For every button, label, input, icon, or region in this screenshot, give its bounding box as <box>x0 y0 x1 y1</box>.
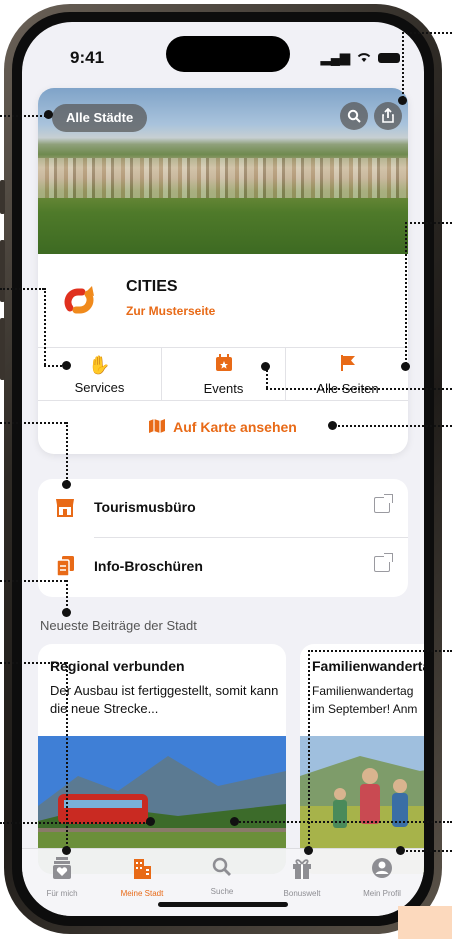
services-button[interactable]: ✋ Services <box>38 348 161 400</box>
city-hero-houses <box>38 158 408 198</box>
callout-line <box>44 288 46 365</box>
corner-accent <box>398 906 452 939</box>
news-section-title: Neueste Beiträge der Stadt <box>40 618 197 633</box>
list-item-tourism-office[interactable]: Tourismusbüro <box>38 479 408 537</box>
status-time: 9:41 <box>70 48 105 67</box>
city-card: Alle Städte CITIES Zur Musterseite ✋ Ser… <box>38 88 408 454</box>
links-list: Tourismusbüro Info-Broschüren <box>38 479 408 597</box>
tab-search[interactable]: Suche <box>182 857 262 896</box>
city-logo <box>64 286 94 314</box>
view-on-map-label: Auf Karte ansehen <box>173 419 297 435</box>
external-link-icon <box>374 553 393 572</box>
callout-line <box>334 425 452 427</box>
callout-line <box>0 662 66 664</box>
gift-icon <box>262 857 342 885</box>
side-button <box>0 180 5 214</box>
callout-line <box>405 222 452 224</box>
wifi-icon <box>356 51 372 66</box>
status-icons: ▂▄▆ <box>321 50 400 66</box>
side-button <box>0 240 5 302</box>
news-text: Familienwandertag im September! Anm <box>312 684 418 716</box>
tab-for-me[interactable]: Für mich <box>22 857 102 898</box>
screen: 9:41 ▂▄▆ Alle Städte CITIES Zur Musterse… <box>22 22 424 916</box>
callout-dot <box>62 480 71 489</box>
buildings-icon <box>102 857 182 885</box>
callout-line <box>66 580 68 610</box>
tab-label: Meine Stadt <box>120 889 164 898</box>
tab-my-city[interactable]: Meine Stadt <box>102 857 182 898</box>
news-title: Familienwandertag <box>312 658 424 674</box>
city-name: CITIES <box>126 278 178 295</box>
callout-line <box>0 288 44 290</box>
callout-line <box>0 422 66 424</box>
callout-dot <box>401 362 410 371</box>
callout-dot <box>304 846 313 855</box>
list-item-brochures[interactable]: Info-Broschüren <box>38 538 408 596</box>
profile-icon <box>342 857 422 885</box>
side-button <box>0 318 5 380</box>
external-link-icon <box>374 494 393 513</box>
news-title: Regional verbunden <box>50 658 185 674</box>
callout-line <box>0 580 66 582</box>
list-item-label: Tourismusbüro <box>94 499 196 515</box>
callout-dot <box>62 846 71 855</box>
tab-bonus[interactable]: Bonuswelt <box>262 857 342 898</box>
callout-line <box>405 222 407 364</box>
callout-line <box>236 821 452 823</box>
share-icon <box>382 107 394 123</box>
search-icon <box>347 109 361 123</box>
callout-line <box>66 422 68 482</box>
callout-line <box>0 822 148 824</box>
tab-profile[interactable]: Mein Profil <box>342 857 422 898</box>
dynamic-island <box>166 36 290 72</box>
news-card[interactable]: Familienwandertag Familienwandertag im S… <box>300 644 424 874</box>
tab-label: Bonuswelt <box>283 889 321 898</box>
callout-line <box>402 32 404 98</box>
news-text: Der Ausbau ist fertiggestellt, somit kan… <box>50 683 279 716</box>
city-page-link[interactable]: Zur Musterseite <box>126 304 215 318</box>
flag-icon <box>286 354 408 377</box>
search-icon <box>182 857 262 883</box>
callout-line <box>66 662 68 848</box>
callout-dot <box>44 110 53 119</box>
all-cities-button[interactable]: Alle Städte <box>52 104 148 132</box>
all-pages-button[interactable]: Alle Seiten <box>286 348 408 400</box>
store-icon <box>54 497 76 519</box>
callout-dot <box>146 817 155 826</box>
documents-icon <box>54 556 76 578</box>
map-icon <box>149 419 166 433</box>
callout-line <box>308 650 310 848</box>
callout-line <box>266 388 452 390</box>
news-card[interactable]: Regional verbunden Der Ausbau ist fertig… <box>38 644 286 874</box>
tab-label: Für mich <box>46 889 78 898</box>
view-on-map-button[interactable]: Auf Karte ansehen <box>38 401 408 454</box>
callout-line <box>0 115 46 117</box>
signal-icon: ▂▄▆ <box>320 50 350 65</box>
share-button[interactable] <box>374 102 402 130</box>
callout-line <box>266 366 268 388</box>
tab-label: Mein Profil <box>363 889 401 898</box>
services-label: Services <box>74 380 125 395</box>
callout-line <box>308 650 452 652</box>
list-item-label: Info-Broschüren <box>94 558 203 574</box>
heart-box-icon <box>22 857 102 885</box>
callout-line <box>402 32 452 34</box>
callout-line <box>402 850 452 852</box>
search-button[interactable] <box>340 102 368 130</box>
callout-dot <box>62 608 71 617</box>
tab-label: Suche <box>210 887 234 896</box>
home-indicator <box>158 902 288 907</box>
callout-dot <box>62 361 71 370</box>
callout-dot <box>398 96 407 105</box>
battery-icon <box>378 53 400 63</box>
